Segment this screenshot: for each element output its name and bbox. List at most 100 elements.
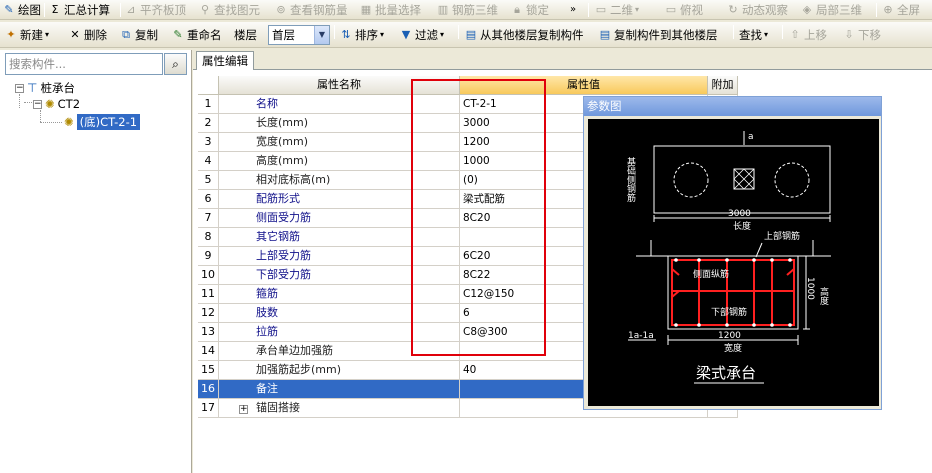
separator bbox=[458, 25, 459, 39]
view-2d-select[interactable]: ▭ 二维 ▾ bbox=[594, 1, 639, 19]
property-name: 相对底标高(m) bbox=[219, 171, 460, 190]
batch-select-button[interactable]: ▦ 批量选择 bbox=[359, 1, 421, 19]
delete-button[interactable]: ✕ 删除 bbox=[68, 26, 107, 44]
summary-calc-button[interactable]: Σ 汇总计算 bbox=[48, 1, 110, 19]
value-header[interactable]: 属性值 bbox=[460, 76, 708, 95]
length-label: 长度 bbox=[733, 220, 751, 232]
property-name: 箍筋 bbox=[219, 285, 460, 304]
window-icon: ▭ bbox=[595, 3, 607, 16]
row-index: 17 bbox=[198, 399, 219, 418]
fullscreen-button[interactable]: ⊕ 全屏 bbox=[881, 1, 920, 19]
new-icon: ✦ bbox=[6, 28, 16, 41]
pile-circle-right bbox=[774, 162, 810, 198]
row-index: 12 bbox=[198, 304, 219, 323]
rename-icon: ✎ bbox=[173, 28, 183, 41]
grid-header: 属性名称 属性值 附加 bbox=[198, 76, 738, 95]
row-index: 8 bbox=[198, 228, 219, 247]
gear-icon: ✺ bbox=[64, 115, 74, 129]
draw-button[interactable]: ✎ 绘图 bbox=[2, 1, 41, 19]
collapse-icon[interactable]: − bbox=[15, 83, 24, 93]
side-long-rebar-label: 侧面纵筋 bbox=[693, 268, 729, 280]
row-index: 1 bbox=[198, 95, 219, 114]
top-view-select[interactable]: ▭ 俯视 bbox=[664, 1, 703, 19]
floor-select[interactable]: 首层 ▼ bbox=[268, 25, 330, 45]
property-name: 名称 bbox=[219, 95, 460, 114]
property-name: 加强筋起步(mm) bbox=[219, 361, 460, 380]
rebar-3d-button[interactable]: ▥ 钢筋三维 bbox=[436, 1, 498, 19]
tree-node-ct2[interactable]: − ✺ CT2 bbox=[33, 96, 80, 112]
row-index: 10 bbox=[198, 266, 219, 285]
property-name: 配筋形式 bbox=[219, 190, 460, 209]
top-rebar-label: 上部钢筋 bbox=[764, 230, 800, 242]
pencil-icon: ✎ bbox=[4, 3, 14, 16]
fullscreen-icon: ⊕ bbox=[883, 3, 893, 16]
view-dropdown-icon: ▭ bbox=[665, 3, 677, 16]
copy-to-floor-button[interactable]: ▤ 复制构件到其他楼层 bbox=[598, 26, 718, 44]
property-name: 高度(mm) bbox=[219, 152, 460, 171]
copy-from-icon: ▤ bbox=[465, 28, 477, 41]
tab-property-edit[interactable]: 属性编辑 bbox=[196, 51, 254, 70]
property-name: 宽度(mm) bbox=[219, 133, 460, 152]
width-value: 1200 bbox=[718, 331, 741, 341]
diagram-canvas: a 基础侧钢筋 3000 长度 上部钢筋 侧面纵筋 1000 高度 下部钢筋 1… bbox=[588, 119, 879, 406]
new-button[interactable]: ✦ 新建 ▾ bbox=[4, 26, 49, 44]
search-input[interactable]: 搜索构件... bbox=[5, 53, 163, 75]
align-slab-top-button[interactable]: ⊿ 平齐板顶 bbox=[124, 1, 186, 19]
property-name: 承台单边加强筋 bbox=[219, 342, 460, 361]
name-header[interactable]: 属性名称 bbox=[219, 76, 460, 95]
collapse-icon[interactable]: − bbox=[33, 99, 42, 109]
section-outline bbox=[667, 255, 799, 330]
component-toolbar: ✦ 新建 ▾ ✕ 删除 ⧉ 复制 ✎ 重命名 楼层 首层 ▼ ⇅ 排序 ▾ ▼ 过滤 ▾ ▤ 从其他楼… bbox=[0, 22, 932, 48]
toolbar-overflow[interactable]: » bbox=[570, 1, 576, 19]
cube-icon: ◈ bbox=[802, 3, 812, 16]
property-name-label: 锚固搭接 bbox=[256, 401, 300, 414]
hook bbox=[671, 268, 680, 276]
copy-from-floor-button[interactable]: ▤ 从其他楼层复制构件 bbox=[464, 26, 584, 44]
side-rebar-label: 基础侧钢筋 bbox=[625, 156, 636, 203]
component-tree-panel: 搜索构件... ⌕ − ⊤ 桩承台 − ✺ CT2 ✺ (底)CT-2-1 bbox=[0, 50, 192, 473]
expand-icon[interactable]: + bbox=[239, 405, 248, 414]
parameter-diagram-window[interactable]: 参数图 a 基础侧钢筋 3000 长度 上部钢筋 侧面纵筋 1000 高度 下部… bbox=[583, 96, 882, 410]
sort-button[interactable]: ⇅ 排序 ▾ bbox=[339, 26, 384, 44]
lock-button[interactable]: 🔒︎ 锁定 bbox=[510, 1, 549, 19]
property-name: + 锚固搭接 bbox=[219, 399, 460, 418]
search-icon: ⌕ bbox=[172, 57, 179, 71]
local-3d-button[interactable]: ◈ 局部三维 bbox=[800, 1, 862, 19]
rebar-3d-icon: ▥ bbox=[437, 3, 449, 16]
move-up-button[interactable]: ⇧ 上移 bbox=[788, 26, 827, 44]
search-button[interactable]: ⌕ bbox=[164, 53, 187, 75]
property-name: 上部受力筋 bbox=[219, 247, 460, 266]
separator bbox=[876, 3, 877, 17]
property-name: 备注 bbox=[219, 380, 460, 399]
dynamic-orbit-button[interactable]: ↻ 动态观察 bbox=[726, 1, 788, 19]
filter-button[interactable]: ▼ 过滤 ▾ bbox=[399, 26, 444, 44]
tree-node-root[interactable]: − ⊤ 桩承台 bbox=[15, 80, 75, 96]
arrow-down-icon: ⇩ bbox=[844, 28, 854, 41]
extra-header[interactable]: 附加 bbox=[708, 76, 738, 95]
tree-node-ct-2-1[interactable]: ✺ (底)CT-2-1 bbox=[64, 114, 141, 130]
property-name: 下部受力筋 bbox=[219, 266, 460, 285]
separator bbox=[120, 3, 121, 17]
binoculars-icon: ⚲ bbox=[200, 3, 210, 16]
copy-icon: ⧉ bbox=[122, 28, 130, 41]
view-icon: ⊚ bbox=[276, 3, 286, 16]
move-down-button[interactable]: ⇩ 下移 bbox=[842, 26, 881, 44]
row-index: 11 bbox=[198, 285, 219, 304]
separator bbox=[334, 25, 335, 39]
separator bbox=[588, 3, 589, 17]
property-name: 侧面受力筋 bbox=[219, 209, 460, 228]
find-element-button[interactable]: ⚲ 查找图元 bbox=[198, 1, 260, 19]
separator bbox=[44, 3, 45, 17]
chevron-down-icon: ▾ bbox=[635, 5, 640, 14]
find-button[interactable]: 查找 ▾ bbox=[739, 26, 768, 44]
chevron-down-icon: ▾ bbox=[764, 30, 769, 39]
main-toolbar: ✎ 绘图 Σ 汇总计算 ⊿ 平齐板顶 ⚲ 查找图元 ⊚ 查看钢筋量 ▦ 批量选择 ▥ 钢筋三维… bbox=[0, 0, 932, 20]
copy-button[interactable]: ⧉ 复制 bbox=[119, 26, 158, 44]
length-value: 3000 bbox=[728, 209, 751, 219]
view-rebar-qty-button[interactable]: ⊚ 查看钢筋量 bbox=[274, 1, 347, 19]
chevron-down-icon: ▾ bbox=[440, 30, 445, 39]
rename-button[interactable]: ✎ 重命名 bbox=[171, 26, 221, 44]
chevron-down-icon[interactable]: ▼ bbox=[314, 26, 329, 44]
column-hatch bbox=[733, 168, 755, 190]
width-label: 宽度 bbox=[724, 342, 742, 354]
